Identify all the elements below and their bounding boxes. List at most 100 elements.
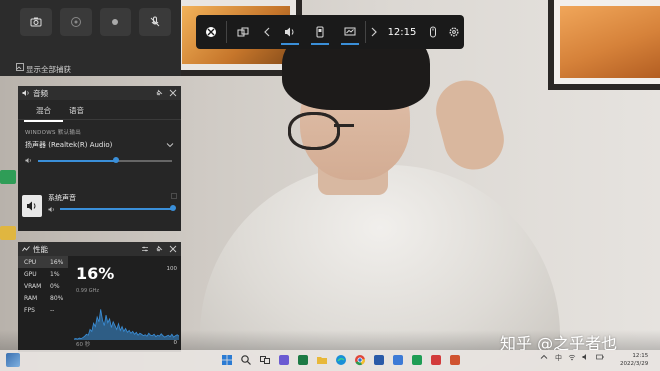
metric-row-vram[interactable]: VRAM 0% [18, 280, 68, 292]
options-icon[interactable] [141, 245, 149, 253]
chart-min-label: 0 [173, 340, 178, 346]
store-icon [393, 355, 403, 365]
camera-icon [30, 17, 42, 27]
performance-widget-button[interactable] [335, 15, 365, 49]
clock-time: 12:15 [632, 353, 649, 359]
chevron-up-icon[interactable] [540, 353, 548, 361]
scroll-right-button[interactable] [366, 15, 381, 49]
search-icon [241, 355, 251, 365]
chevron-down-icon [166, 143, 174, 148]
chevron-right-icon [371, 27, 377, 37]
record-last-icon [70, 17, 81, 27]
app-volume-slider[interactable] [60, 204, 176, 214]
chart-max-label: 100 [166, 266, 178, 272]
scroll-left-button[interactable] [259, 15, 274, 49]
chrome-taskbar-button[interactable] [353, 352, 367, 368]
edge-taskbar-button[interactable] [334, 352, 348, 368]
record-last-button[interactable] [59, 8, 92, 36]
metric-row-fps[interactable]: FPS -- [18, 304, 68, 316]
settings-button[interactable] [443, 15, 464, 49]
close-icon[interactable] [169, 89, 177, 97]
metric-value: 16% [50, 258, 64, 266]
wps-taskbar-button[interactable] [429, 352, 443, 368]
output-section-label: WINDOWS 默认输出 [25, 130, 82, 136]
metric-value: 1% [50, 270, 60, 278]
performance-icon [344, 27, 356, 36]
word-taskbar-button[interactable] [372, 352, 386, 368]
wps-icon [431, 355, 441, 365]
volume-icon[interactable] [25, 157, 32, 164]
mic-toggle-button[interactable] [139, 8, 171, 36]
show-all-captures-link[interactable]: 显示全部捕获 [26, 64, 71, 75]
windows-start-icon [222, 355, 232, 365]
capture-icon [316, 26, 324, 38]
metric-key: RAM [24, 294, 38, 302]
audio-icon [284, 27, 294, 37]
settings-icon [449, 27, 459, 37]
wifi-icon[interactable] [568, 353, 576, 361]
metric-detail: 16% 100 0.99 GHz 60 秒 0 [74, 256, 179, 350]
metric-key: GPU [24, 270, 37, 278]
pin-icon[interactable] [155, 245, 163, 253]
performance-widget-header[interactable]: 性能 [18, 242, 181, 256]
metric-row-gpu[interactable]: GPU 1% [18, 268, 68, 280]
language-icon[interactable]: 中 [554, 353, 562, 361]
tab-mix[interactable]: 混合 [24, 105, 63, 122]
device-volume-slider[interactable] [38, 156, 172, 166]
metric-key: FPS [24, 306, 35, 314]
clock-date: 2022/3/29 [620, 361, 649, 367]
screenshot-button[interactable] [20, 8, 52, 36]
powerpoint-taskbar-button[interactable] [448, 352, 462, 368]
battery-icon[interactable] [596, 353, 604, 361]
capture-widget: 显示全部捕获 [0, 0, 181, 76]
audio-widget-header[interactable]: 音频 [18, 86, 181, 100]
excel-taskbar-button[interactable] [296, 352, 310, 368]
audio-widget: 音频 混合 语音 WINDOWS 默认输出 扬声器 (Realtek(R) Au… [18, 86, 181, 231]
xbox-button[interactable] [196, 15, 226, 49]
volume-icon[interactable] [48, 206, 55, 213]
spreadsheet-taskbar-button[interactable] [410, 352, 424, 368]
gallery-icon [16, 63, 24, 71]
chrome-icon [355, 355, 366, 366]
speaker-icon [27, 201, 36, 211]
edge-icon [336, 355, 346, 365]
chart-time-span: 60 秒 [76, 342, 91, 348]
pin-icon[interactable] [155, 89, 163, 97]
metric-row-ram[interactable]: RAM 80% [18, 292, 68, 304]
record-button[interactable] [99, 8, 132, 36]
store-taskbar-button[interactable] [391, 352, 405, 368]
task-view-icon [260, 356, 270, 364]
chevron-left-icon [264, 27, 270, 37]
metric-key: VRAM [24, 282, 42, 290]
audio-widget-button[interactable] [275, 15, 305, 49]
output-device-name: 扬声器 (Realtek(R) Audio) [25, 141, 113, 149]
speaker-icon[interactable] [582, 353, 590, 361]
wall-painting-right [548, 0, 660, 90]
capture-widget-button[interactable] [305, 15, 335, 49]
close-icon[interactable] [169, 245, 177, 253]
widget-menu-button[interactable] [227, 15, 259, 49]
search-taskbar-button[interactable] [239, 352, 253, 368]
file-explorer-taskbar-button[interactable] [315, 352, 329, 368]
task-view-taskbar-button[interactable] [258, 352, 272, 368]
widgets-button[interactable] [6, 353, 20, 367]
powerpoint-icon [450, 355, 460, 365]
windows-start-taskbar-button[interactable] [220, 352, 234, 368]
mic-muted-icon [150, 16, 160, 27]
chat-taskbar-button[interactable] [277, 352, 291, 368]
game-bar-clock: 12:15 [387, 26, 417, 38]
wallpaper-hand [429, 73, 511, 177]
performance-widget-title: 性能 [33, 244, 48, 254]
metric-key: CPU [24, 258, 37, 266]
system-sounds-app-icon [22, 195, 42, 217]
file-explorer-icon [317, 357, 327, 364]
app-toggle-icon[interactable] [171, 193, 177, 199]
metric-row-cpu[interactable]: CPU 16% [18, 256, 68, 268]
metric-big-value: 16% [76, 264, 115, 283]
desktop-icon[interactable] [0, 226, 16, 240]
desktop-icon[interactable] [0, 170, 16, 184]
output-device-dropdown[interactable]: 扬声器 (Realtek(R) Audio) [18, 136, 181, 150]
taskbar-clock[interactable]: 12:15 2022/3/29 [620, 352, 648, 368]
mouse-button[interactable] [422, 15, 443, 49]
tab-voice[interactable]: 语音 [69, 105, 84, 119]
